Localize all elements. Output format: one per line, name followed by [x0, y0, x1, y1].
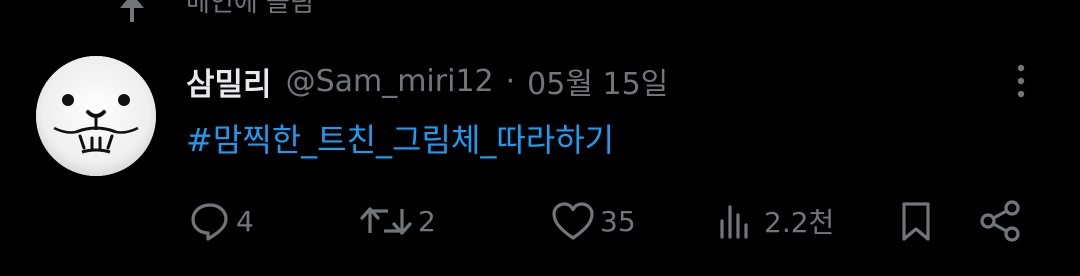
more-options-button[interactable]	[1000, 58, 1042, 104]
views-count: 2.2천	[764, 206, 835, 239]
share-icon	[980, 200, 1020, 242]
reply-button[interactable]: 4	[188, 198, 254, 244]
share-button[interactable]	[976, 198, 1024, 244]
like-count: 35	[600, 204, 636, 238]
avatar[interactable]	[36, 56, 156, 176]
user-handle[interactable]: @Sam_miri12	[286, 64, 494, 99]
pinned-label: 메인에 올림	[186, 0, 314, 18]
hashtag-link[interactable]: #맘찍한_트친_그림체_따라하기	[186, 121, 614, 159]
seal-face-avatar	[36, 56, 156, 176]
reply-icon	[191, 203, 228, 241]
tweet-header: 삼밀리 @Sam_miri12 · 05월 15일	[186, 56, 668, 106]
views-button[interactable]: 2.2천	[716, 198, 834, 244]
bookmark-button[interactable]	[896, 198, 936, 244]
separator-dot: ·	[505, 63, 516, 99]
like-button[interactable]: 35	[550, 198, 636, 244]
more-vertical-icon	[1017, 64, 1025, 98]
retweet-count: 2	[418, 204, 436, 238]
reply-count: 4	[236, 204, 254, 238]
retweet-icon	[360, 207, 412, 235]
views-icon	[720, 205, 748, 239]
tweet-date[interactable]: 05월 15일	[527, 59, 668, 103]
tweet-text: #맘찍한_트친_그림체_따라하기	[186, 116, 614, 164]
pin-icon	[120, 0, 144, 22]
pinned-indicator	[112, 0, 152, 24]
display-name[interactable]: 삼밀리	[186, 59, 272, 104]
heart-icon	[552, 202, 594, 240]
retweet-button[interactable]: 2	[358, 198, 436, 244]
bookmark-icon	[902, 202, 930, 241]
